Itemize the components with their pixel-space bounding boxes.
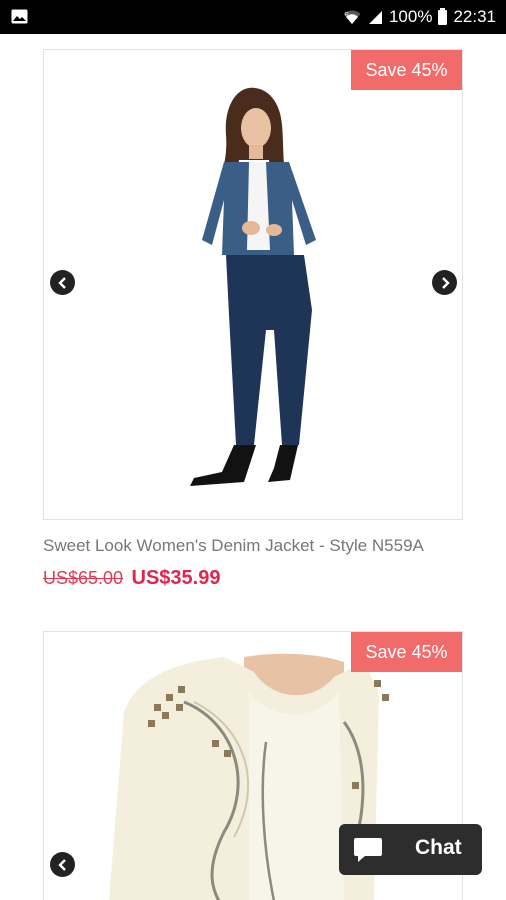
signal-icon — [368, 10, 382, 24]
product-card[interactable]: Save 45% — [43, 49, 463, 520]
chevron-right-icon — [441, 276, 450, 289]
battery-icon — [438, 7, 448, 25]
status-bar: R 100% 22:31 — [0, 0, 506, 34]
carousel-prev-button[interactable] — [50, 852, 75, 877]
price-row: US$65.00 US$35.99 — [43, 567, 220, 590]
product-title[interactable]: Sweet Look Women's Denim Jacket - Style … — [43, 536, 424, 556]
chevron-left-icon — [57, 858, 66, 871]
carousel-next-button[interactable] — [432, 270, 457, 295]
wifi-icon: R — [343, 9, 361, 24]
chevron-left-icon — [57, 276, 66, 289]
carousel-prev-button[interactable] — [50, 270, 75, 295]
chat-label: Chat — [415, 836, 462, 859]
svg-text:R: R — [345, 12, 349, 18]
save-badge: Save 45% — [351, 632, 462, 672]
save-badge: Save 45% — [351, 50, 462, 90]
chat-button[interactable]: Chat — [339, 824, 482, 875]
gallery-icon — [11, 9, 28, 24]
battery-percent: 100% — [388, 7, 433, 26]
clock: 22:31 — [453, 7, 496, 26]
sale-price: US$35.99 — [131, 567, 221, 589]
original-price: US$65.00 — [43, 568, 124, 588]
product-image-denim-jacket[interactable] — [44, 50, 463, 520]
chat-bubble-icon — [354, 838, 382, 862]
